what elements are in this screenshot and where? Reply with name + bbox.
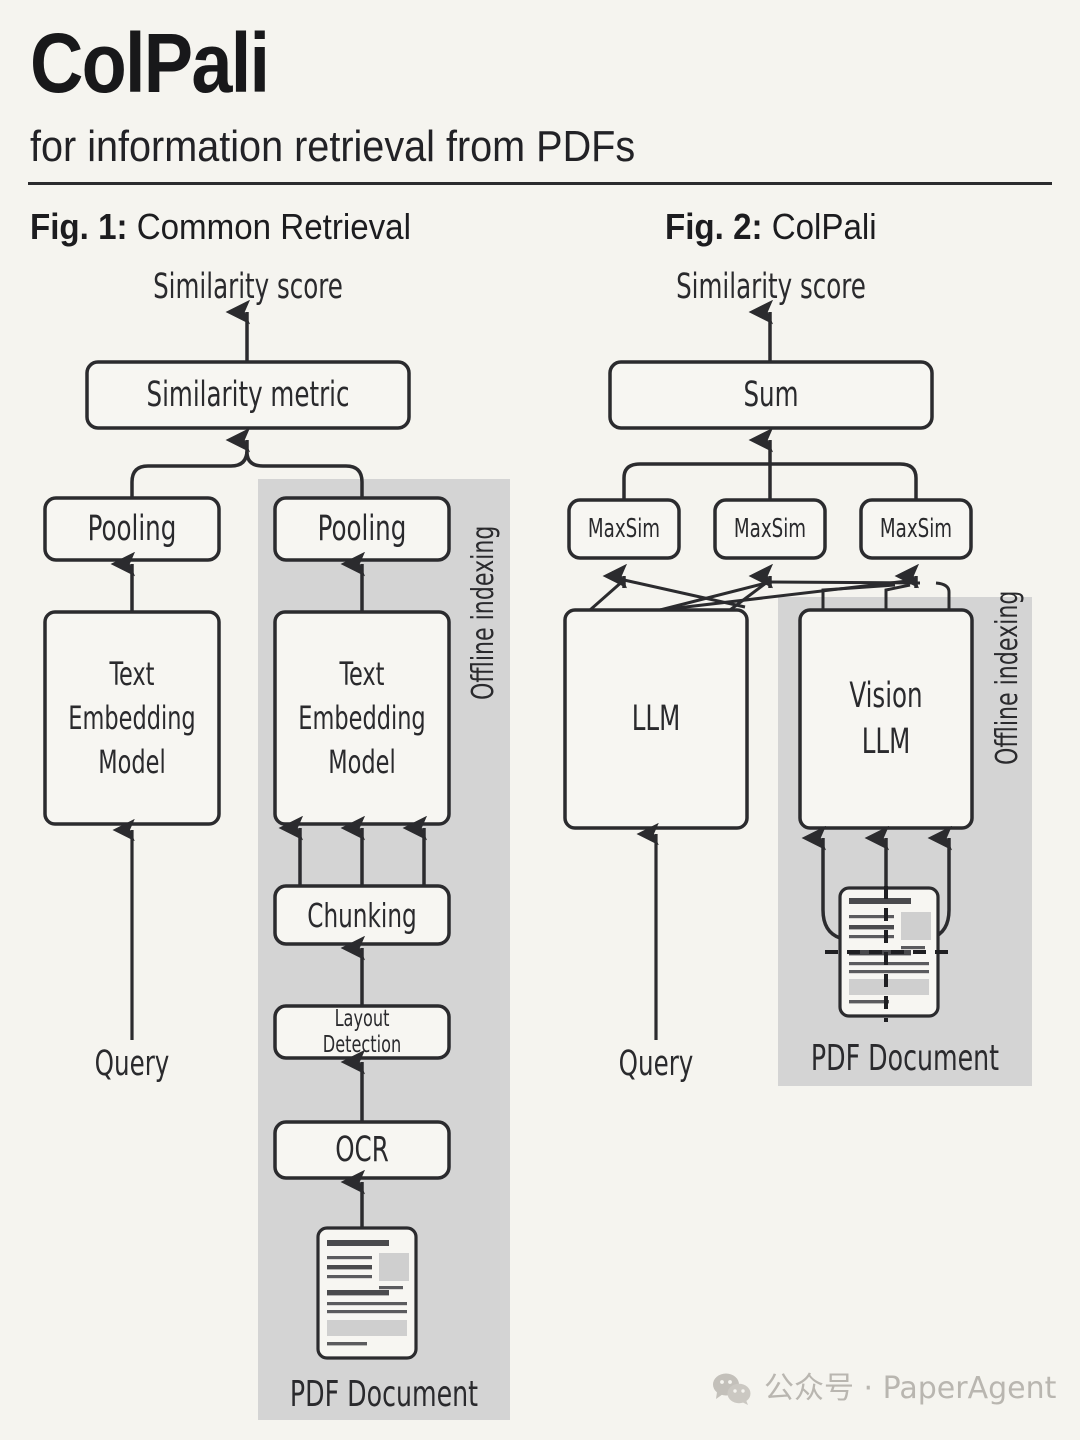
fig2-label-offline-indexing: Offline indexing — [990, 590, 1025, 765]
fig1-box-similarity-metric — [85, 360, 411, 430]
fig1-bracket-pooling-to-metric — [130, 427, 251, 498]
fig1-box-layout-detection — [273, 1004, 451, 1060]
fig1-label-offline-indexing: Offline indexing — [466, 525, 501, 700]
diagram-page: ColPali for information retrieval from P… — [0, 0, 1080, 1440]
fig1-box-chunking — [273, 884, 451, 946]
fig1-box-text-embedding-model-doc — [273, 610, 451, 826]
fig1-box-pooling-query — [43, 496, 221, 562]
fig2-box-maxsim-2 — [713, 498, 827, 560]
fig2-pdf-document-icon — [825, 886, 954, 1022]
wechat-icon — [713, 1373, 751, 1405]
fig1-box-pooling-doc — [273, 496, 451, 562]
watermark-text: 公众号 · PaperAgent — [764, 1371, 1057, 1406]
diagram-canvas — [43, 299, 1032, 1420]
fig2-box-llm — [563, 608, 749, 830]
fig2-box-sum — [608, 360, 934, 430]
fig1-box-text-embedding-model-query — [43, 610, 221, 826]
watermark: 公众号 · PaperAgent — [712, 1372, 1056, 1406]
fig1-box-ocr — [273, 1120, 451, 1180]
fig2-box-vision-llm — [798, 608, 974, 830]
fig2-box-maxsim-1 — [567, 498, 681, 560]
fig2-box-maxsim-3 — [859, 498, 973, 560]
fig1-pdf-document-icon — [316, 1226, 418, 1360]
